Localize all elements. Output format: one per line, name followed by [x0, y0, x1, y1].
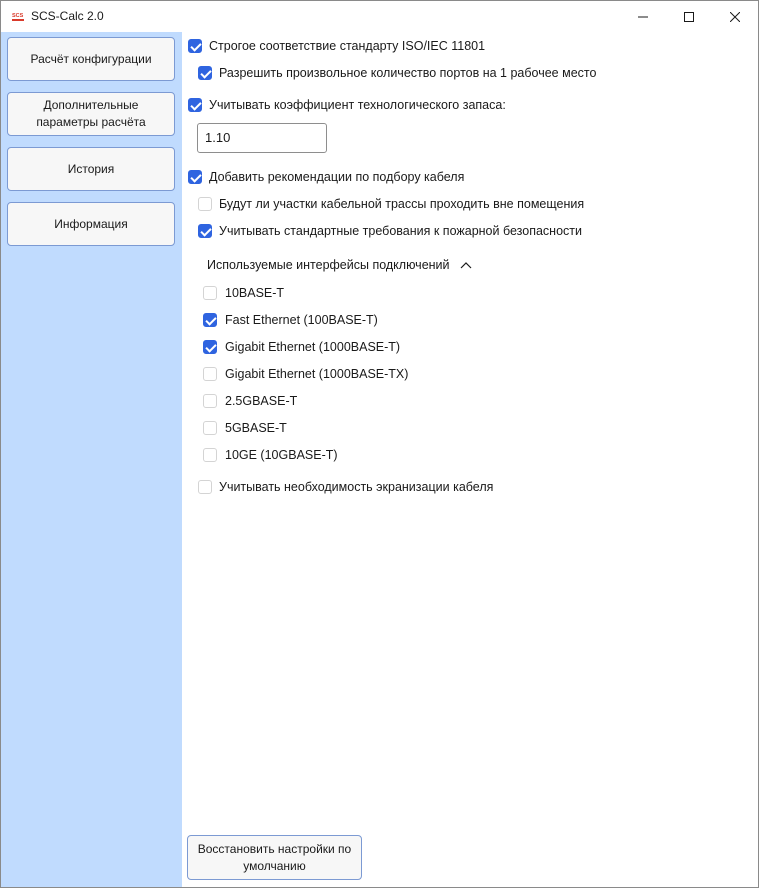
arbitrary-ports-label: Разрешить произвольное количество портов…: [219, 66, 597, 80]
close-icon: [730, 11, 740, 22]
outdoor-sections-option[interactable]: Будут ли участки кабельной трассы проход…: [198, 194, 584, 214]
minimize-icon: [638, 16, 648, 17]
interface-option[interactable]: 5GBASE-T: [203, 418, 287, 438]
interface-label: 10GE (10GBASE-T): [225, 448, 338, 462]
interface-label: Fast Ethernet (100BASE-T): [225, 313, 378, 327]
shielding-label: Учитывать необходимость экранизации кабе…: [219, 480, 494, 494]
cable-recommendations-label: Добавить рекомендации по подбору кабеля: [209, 170, 465, 184]
interface-option[interactable]: Gigabit Ethernet (1000BASE-T): [203, 337, 400, 357]
sidebar-item-label: История: [67, 161, 115, 176]
interface-label: 5GBASE-T: [225, 421, 287, 435]
tech-reserve-input[interactable]: 1.10: [197, 123, 327, 153]
interface-label: Gigabit Ethernet (1000BASE-T): [225, 340, 401, 354]
svg-text:SCS: SCS: [12, 13, 24, 19]
fire-safety-checkbox[interactable]: [198, 224, 212, 238]
fire-safety-option[interactable]: Учитывать стандартные требования к пожар…: [198, 221, 582, 241]
sidebar: Расчёт конфигурации Дополнительные парам…: [1, 32, 182, 887]
title-bar[interactable]: SCS SCS-Calc 2.0: [1, 1, 758, 32]
interface-checkbox[interactable]: [203, 448, 217, 462]
reset-defaults-button[interactable]: Восстановить настройки по умолчанию: [187, 835, 362, 880]
interface-label: Gigabit Ethernet (1000BASE-TX): [225, 367, 409, 381]
interface-option[interactable]: 2.5GBASE-T: [203, 391, 297, 411]
arbitrary-ports-option[interactable]: Разрешить произвольное количество портов…: [198, 63, 596, 83]
reset-defaults-label: Восстановить настройки по умолчанию: [197, 841, 352, 873]
tech-reserve-checkbox[interactable]: [188, 98, 202, 112]
shielding-checkbox[interactable]: [198, 480, 212, 494]
interface-checkbox[interactable]: [203, 421, 217, 435]
app-icon: SCS: [12, 13, 24, 21]
outdoor-sections-checkbox[interactable]: [198, 197, 212, 211]
tech-reserve-label: Учитывать коэффициент технологического з…: [209, 98, 506, 112]
tech-reserve-option[interactable]: Учитывать коэффициент технологического з…: [188, 95, 506, 115]
arbitrary-ports-checkbox[interactable]: [198, 66, 212, 80]
interface-checkbox[interactable]: [203, 394, 217, 408]
sidebar-item-extra-params[interactable]: Дополнительные параметры расчёта: [7, 92, 175, 136]
settings-panel: Строгое соответствие стандарту ISO/IEC 1…: [182, 32, 758, 887]
maximize-icon: [684, 11, 694, 22]
sidebar-item-info[interactable]: Информация: [7, 202, 175, 246]
interface-checkbox[interactable]: [203, 313, 217, 327]
interface-option[interactable]: Gigabit Ethernet (1000BASE-TX): [203, 364, 408, 384]
interface-checkbox[interactable]: [203, 340, 217, 354]
cable-recommendations-option[interactable]: Добавить рекомендации по подбору кабеля: [188, 167, 464, 187]
app-window: SCS SCS-Calc 2.0 Расчёт конфигурации Доп…: [0, 0, 759, 888]
sidebar-item-config-calc[interactable]: Расчёт конфигурации: [7, 37, 175, 81]
chevron-up-icon: [460, 262, 471, 269]
interfaces-group-header[interactable]: Используемые интерфейсы подключений: [207, 255, 472, 275]
sidebar-item-label: Информация: [54, 216, 128, 231]
fire-safety-label: Учитывать стандартные требования к пожар…: [219, 224, 582, 238]
interface-option[interactable]: Fast Ethernet (100BASE-T): [203, 310, 378, 330]
sidebar-item-history[interactable]: История: [7, 147, 175, 191]
strict-iso-label: Строгое соответствие стандарту ISO/IEC 1…: [209, 39, 486, 53]
outdoor-sections-label: Будут ли участки кабельной трассы проход…: [219, 197, 585, 211]
window-title: SCS-Calc 2.0: [31, 9, 104, 23]
interface-option[interactable]: 10GE (10GBASE-T): [203, 445, 338, 465]
shielding-option[interactable]: Учитывать необходимость экранизации кабе…: [198, 477, 493, 497]
minimize-button[interactable]: [620, 1, 666, 32]
interface-label: 2.5GBASE-T: [225, 394, 298, 408]
strict-iso-checkbox[interactable]: [188, 39, 202, 53]
sidebar-item-label: Дополнительные параметры расчёта: [36, 98, 146, 129]
interface-label: 10BASE-T: [225, 286, 285, 300]
interface-checkbox[interactable]: [203, 367, 217, 381]
strict-iso-option[interactable]: Строгое соответствие стандарту ISO/IEC 1…: [188, 36, 485, 56]
interfaces-group-title: Используемые интерфейсы подключений: [207, 258, 450, 272]
interface-option[interactable]: 10BASE-T: [203, 283, 284, 303]
close-button[interactable]: [712, 1, 758, 32]
maximize-button[interactable]: [666, 1, 712, 32]
cable-recommendations-checkbox[interactable]: [188, 170, 202, 184]
interface-checkbox[interactable]: [203, 286, 217, 300]
sidebar-item-label: Расчёт конфигурации: [30, 51, 152, 66]
